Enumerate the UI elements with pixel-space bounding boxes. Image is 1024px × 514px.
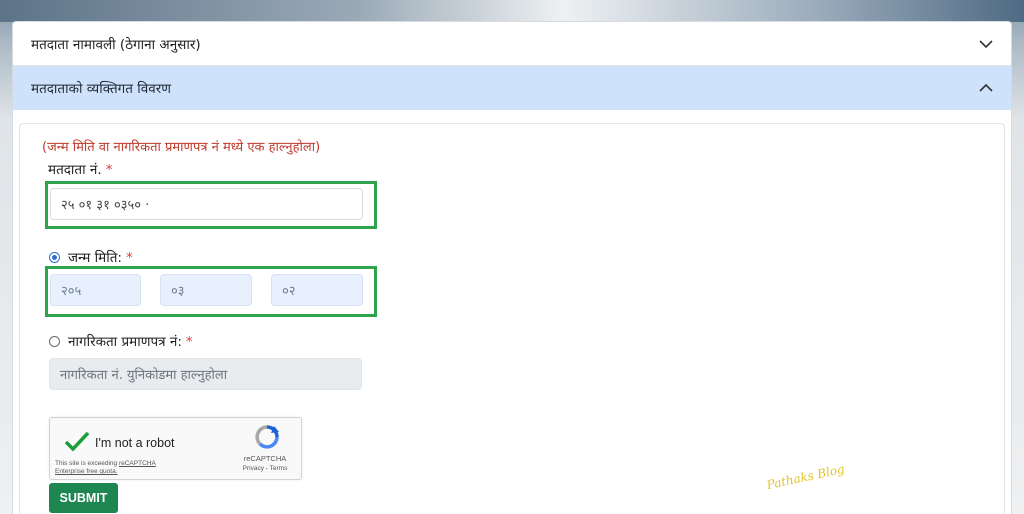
recaptcha-notice-line1: This site is exceeding [55, 460, 118, 467]
instruction-note: (जन्म मिति वा नागरिकता प्रमाणपत्र नं मध्… [42, 140, 321, 155]
voter-number-label-text: मतदाता नं. [48, 162, 102, 178]
required-mark: * [125, 250, 133, 266]
citizenship-number-input[interactable]: नागरिकता नं. युनिकोडमा हाल्नुहोला [49, 358, 362, 390]
accordion-title-voter-list: मतदाता नामावली (ठेगाना अनुसार) [31, 36, 201, 53]
citizenship-radio[interactable] [49, 336, 60, 347]
check-icon[interactable] [64, 430, 90, 452]
dob-month-input[interactable]: ०३ [160, 274, 252, 306]
dob-day-value: ०२ [282, 284, 296, 299]
required-mark: * [185, 334, 193, 350]
required-mark: * [105, 162, 113, 178]
dob-year-input[interactable]: २०५ [50, 274, 141, 306]
accordion-panel: मतदाता नामावली (ठेगाना अनुसार) मतदाताको … [12, 21, 1012, 514]
chevron-down-icon[interactable] [977, 35, 995, 53]
voter-number-input[interactable]: २५ ०१ ३१ ०३५० · [50, 188, 363, 220]
submit-button[interactable]: SUBMIT [49, 483, 118, 513]
recaptcha-logo-icon [254, 424, 280, 450]
recaptcha-label: I'm not a robot [95, 436, 175, 450]
recaptcha-brand: reCAPTCHA [243, 454, 287, 463]
accordion-title-personal-details: मतदाताको व्यक्तिगत विवरण [31, 81, 172, 97]
citizenship-placeholder: नागरिकता नं. युनिकोडमा हाल्नुहोला [60, 368, 228, 383]
voter-details-form: (जन्म मिति वा नागरिकता प्रमाणपत्र नं मध्… [19, 123, 1005, 514]
dob-option[interactable]: जन्म मिति: * [49, 248, 133, 266]
voter-number-label: मतदाता नं. * [48, 160, 112, 178]
dob-day-input[interactable]: ०२ [271, 274, 363, 306]
citizenship-option[interactable]: नागरिकता प्रमाणपत्र नं: * [49, 332, 193, 350]
chevron-up-icon[interactable] [977, 79, 995, 97]
dob-radio[interactable] [49, 252, 60, 263]
recaptcha-widget[interactable]: I'm not a robot This site is exceeding r… [49, 417, 302, 480]
recaptcha-notice-link[interactable]: reCAPTCHA [119, 460, 156, 467]
recaptcha-privacy-terms[interactable]: Privacy - Terms [230, 465, 300, 472]
accordion-header-voter-list[interactable]: मतदाता नामावली (ठेगाना अनुसार) [13, 22, 1011, 66]
voter-number-value: २५ ०१ ३१ ०३५० · [61, 198, 150, 213]
dob-year-value: २०५ [61, 284, 82, 299]
recaptcha-notice: This site is exceeding reCAPTCHA Enterpr… [55, 460, 156, 476]
accordion-header-personal-details[interactable]: मतदाताको व्यक्तिगत विवरण [13, 66, 1011, 110]
browser-top-bar [0, 0, 1024, 22]
citizenship-label: नागरिकता प्रमाणपत्र नं: [68, 334, 182, 350]
dob-label: जन्म मिति: [68, 250, 122, 266]
recaptcha-notice-line2[interactable]: Enterprise free quota. [55, 468, 118, 475]
watermark: Pathaks Blog [765, 461, 846, 493]
dob-month-value: ०३ [171, 284, 185, 299]
